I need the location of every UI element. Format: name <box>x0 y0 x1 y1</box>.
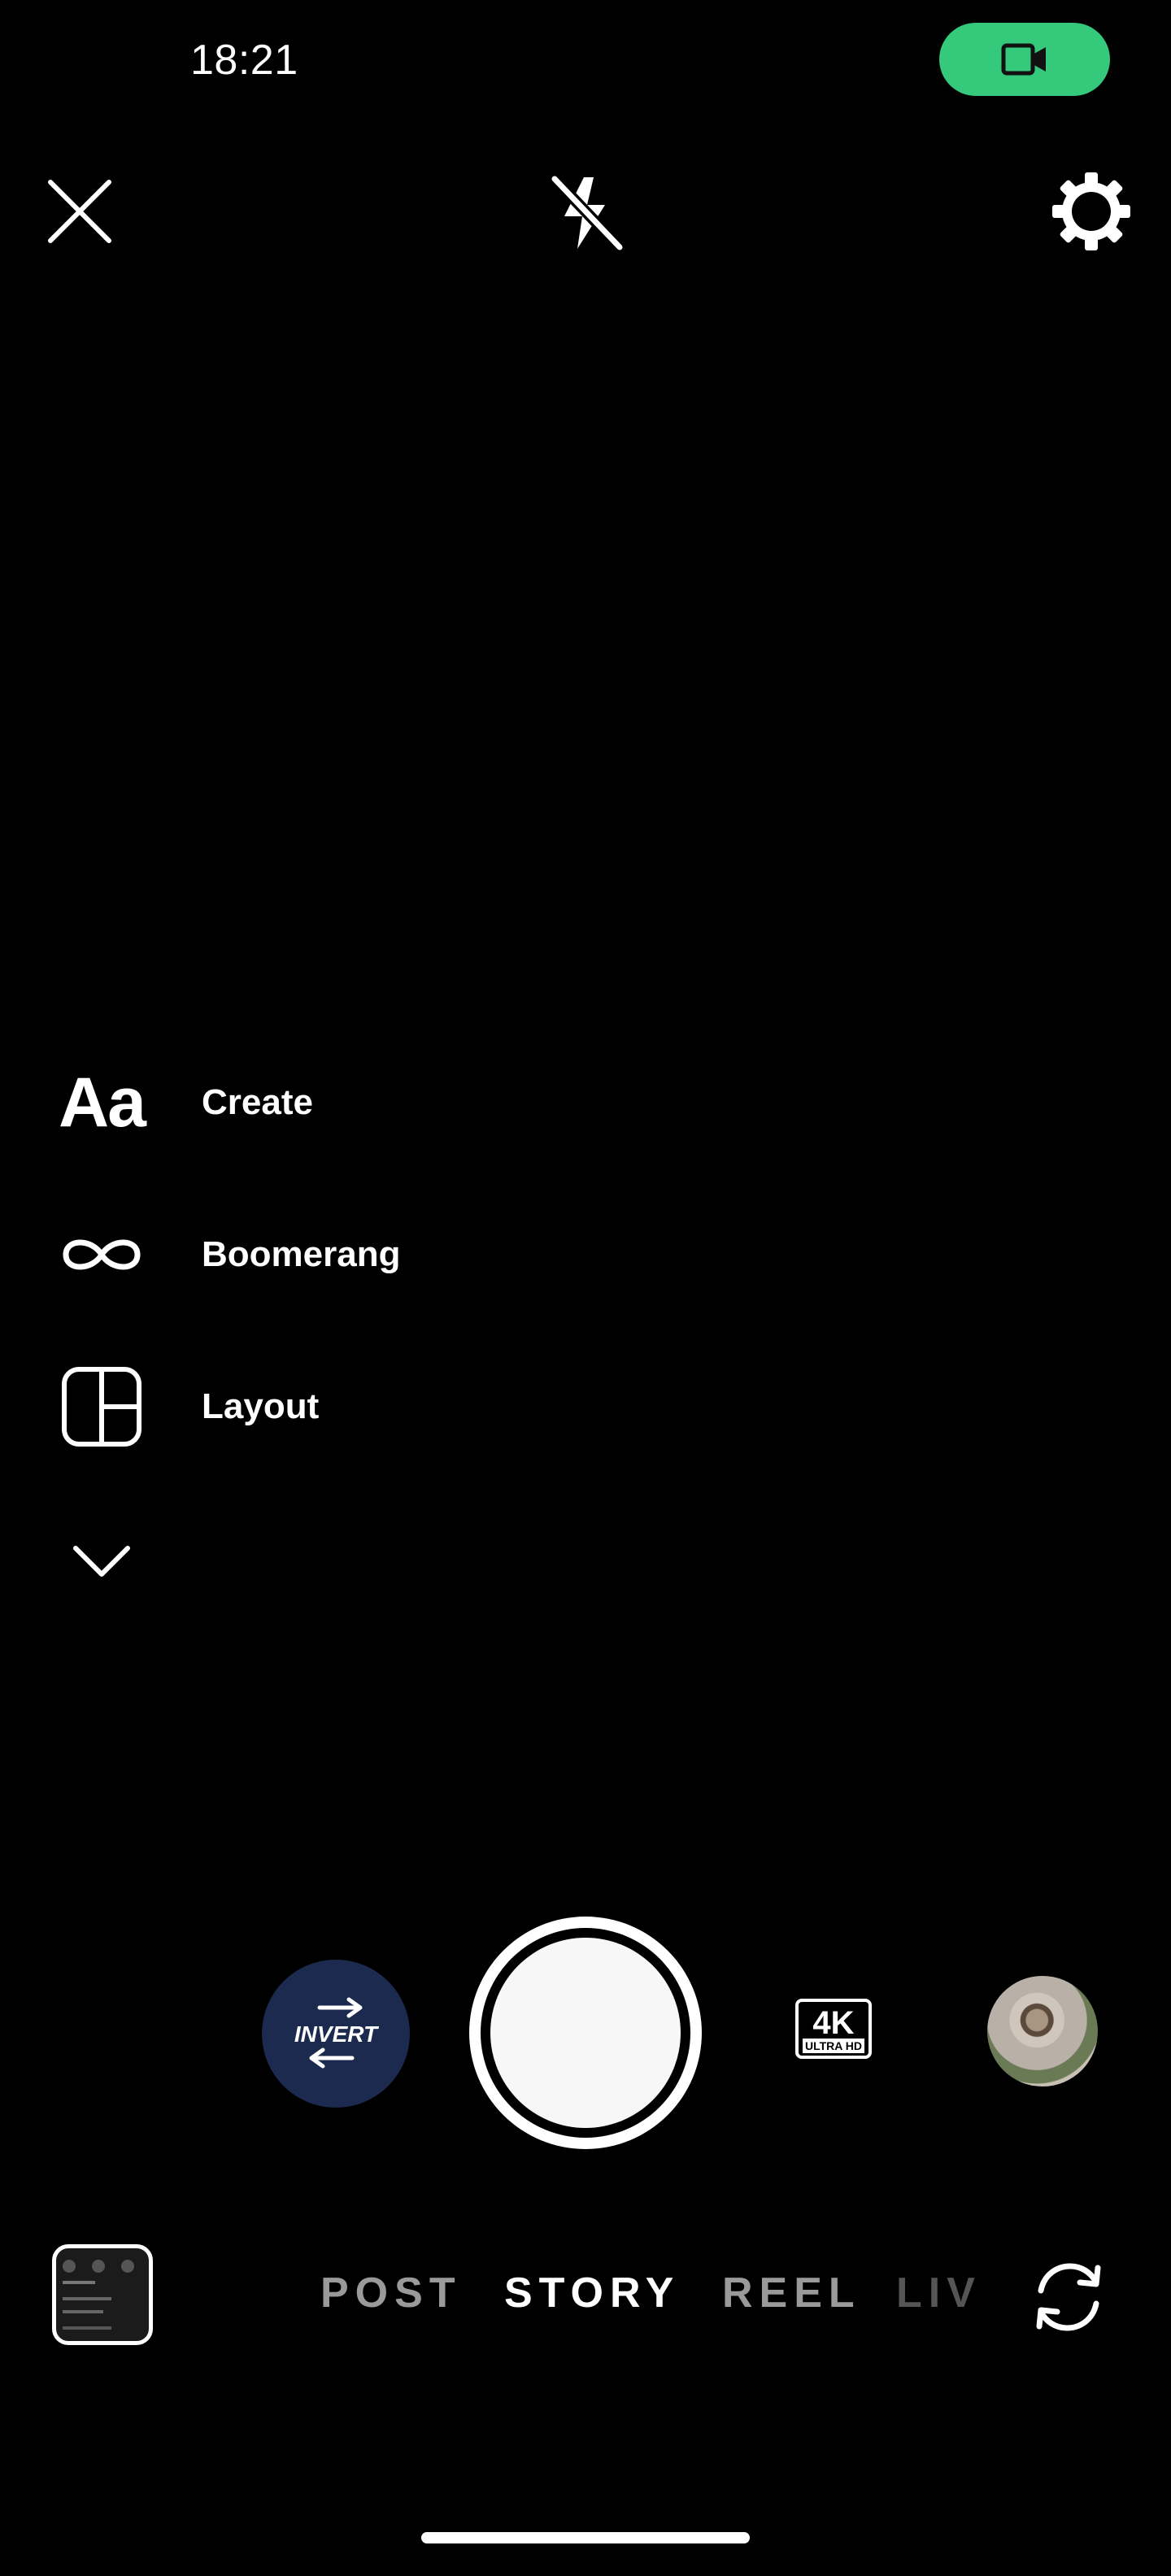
flash-off-icon <box>549 173 625 252</box>
effect-photo-thumbnail[interactable] <box>987 1976 1098 2086</box>
settings-button[interactable] <box>1043 163 1140 260</box>
gear-icon <box>1052 172 1130 250</box>
chevron-down-icon <box>73 1546 130 1577</box>
mode-reel[interactable]: REEL <box>722 2269 861 2317</box>
text-aa-icon: Aa <box>49 1050 155 1155</box>
layout-grid-icon <box>62 1367 141 1447</box>
tool-create[interactable]: Aa Create <box>49 1050 313 1155</box>
shutter-button[interactable] <box>469 1917 702 2149</box>
flash-toggle[interactable] <box>537 163 634 260</box>
invert-effect-icon: INVERT <box>294 1997 380 2069</box>
more-tools-button[interactable] <box>49 1508 155 1614</box>
invert-label: INVERT <box>294 2021 380 2047</box>
4k-ultra-hd-icon: 4K ULTRA HD <box>795 1999 872 2059</box>
video-camera-icon <box>1001 43 1046 76</box>
tool-label: Create <box>202 1082 313 1122</box>
mode-story[interactable]: STORY <box>504 2269 680 2317</box>
4k-text: 4K <box>812 2005 854 2041</box>
screen-recording-indicator[interactable] <box>939 23 1110 96</box>
infinity-icon <box>63 1239 141 1270</box>
home-indicator[interactable] <box>421 2532 750 2543</box>
effect-4k[interactable]: 4K ULTRA HD <box>764 1960 903 2098</box>
status-time: 18:21 <box>190 37 298 84</box>
create-icon-text: Aa <box>59 1063 146 1142</box>
ultra-hd-text: ULTRA HD <box>805 2039 862 2052</box>
mode-live[interactable]: LIV <box>896 2269 982 2317</box>
flip-camera-icon <box>1036 2263 1101 2331</box>
flip-camera-button[interactable] <box>1028 2252 1109 2342</box>
close-icon <box>48 180 111 243</box>
tool-label: Layout <box>202 1386 320 1426</box>
mode-post[interactable]: POST <box>320 2269 462 2317</box>
close-button[interactable] <box>31 163 128 260</box>
gallery-thumbnail[interactable] <box>52 2244 153 2345</box>
effect-invert[interactable]: INVERT <box>262 1960 410 2108</box>
tool-label: Boomerang <box>202 1234 401 1274</box>
tool-layout[interactable]: Layout <box>49 1354 319 1460</box>
tool-boomerang[interactable]: Boomerang <box>49 1202 400 1308</box>
